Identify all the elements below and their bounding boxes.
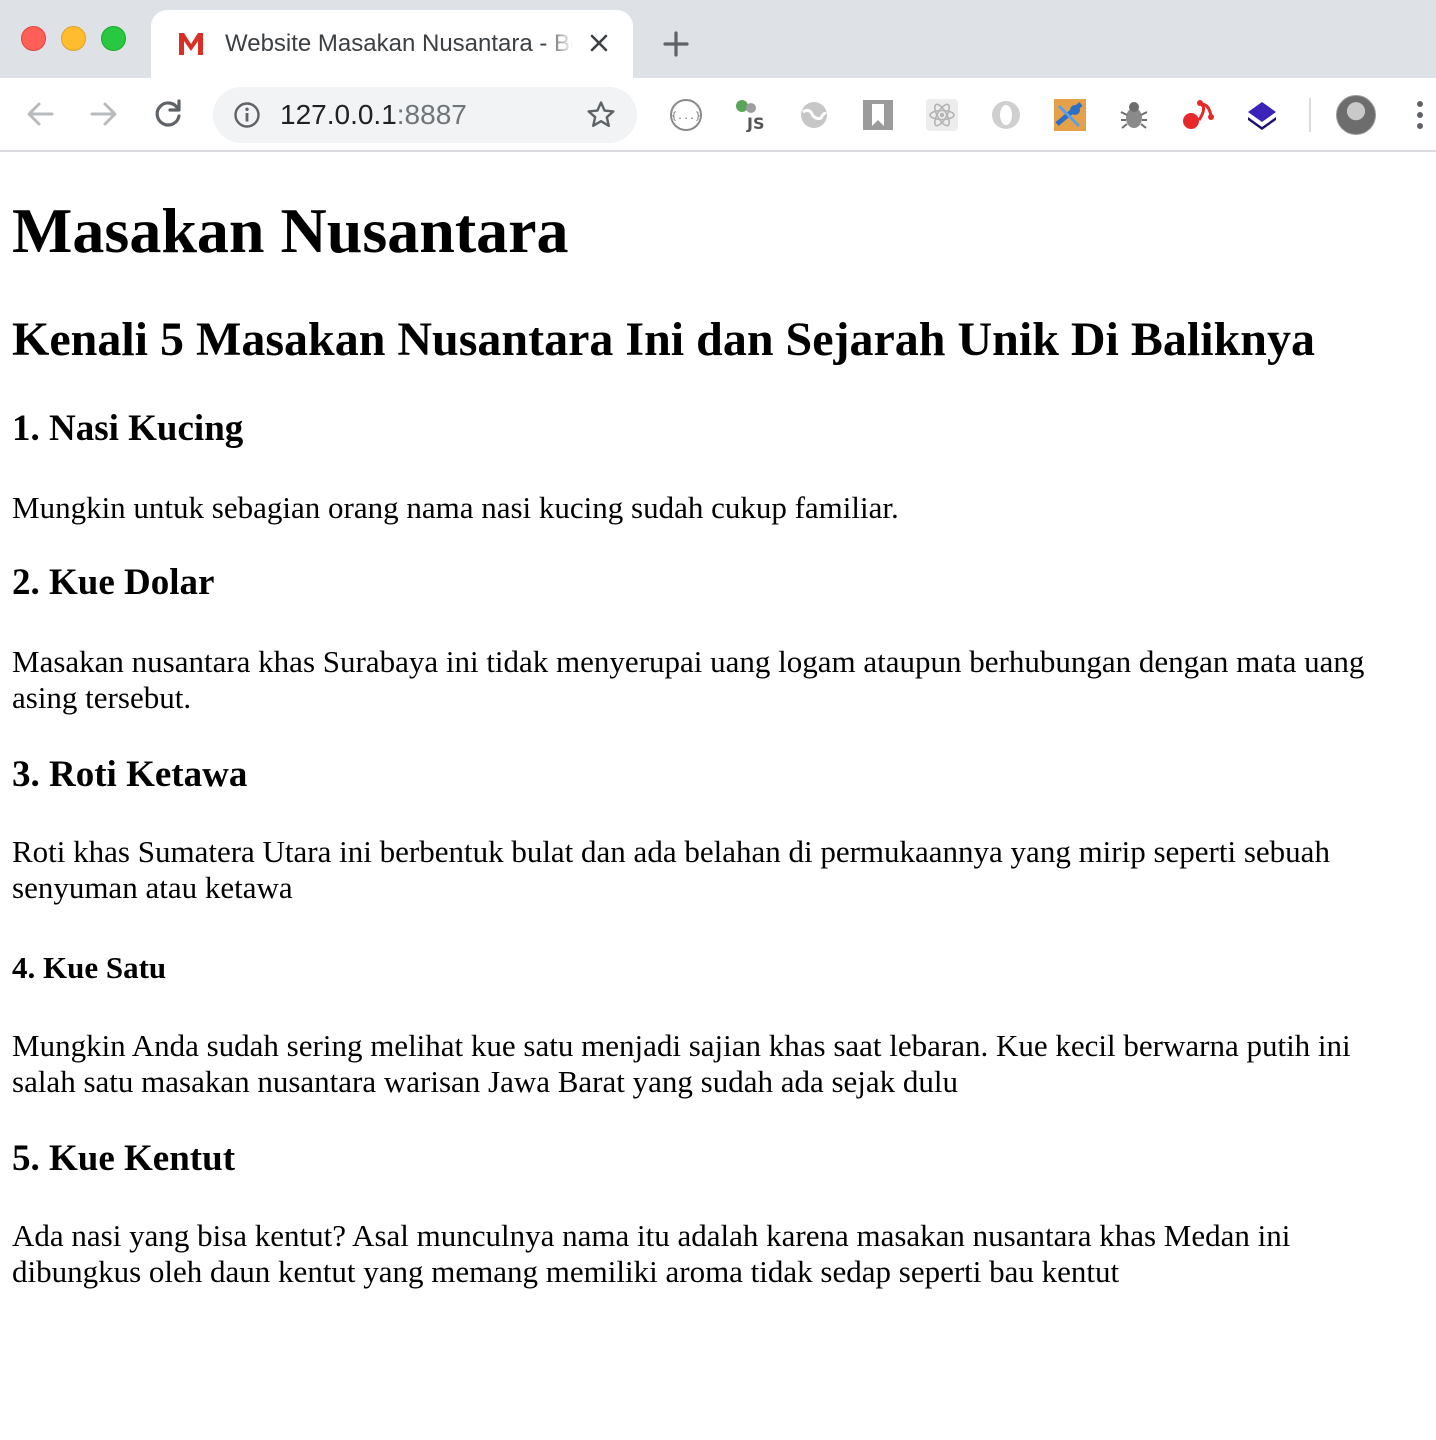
redux-icon[interactable]: [1181, 98, 1215, 132]
section-text-kue-dolar: Masakan nusantara khas Surabaya ini tida…: [12, 644, 1365, 715]
minimize-window-button[interactable]: [61, 26, 86, 51]
xpath-icon[interactable]: [1053, 98, 1087, 132]
url-host: 127.0.0.1: [280, 99, 397, 130]
svg-text:{...}: {...}: [671, 111, 701, 122]
maximize-window-button[interactable]: [101, 26, 126, 51]
section-title-kue-kentut: 5. Kue Kentut: [12, 1138, 236, 1179]
back-arrow-icon[interactable]: [22, 96, 58, 132]
url-port: :8887: [396, 99, 467, 130]
forward-arrow-icon[interactable]: [86, 96, 122, 132]
page-subtitle: Kenali 5 Masakan Nusantara Ini dan Sejar…: [12, 313, 1315, 366]
js-icon[interactable]: JS: [733, 98, 767, 132]
bookmark-icon[interactable]: [861, 98, 895, 132]
opera-icon[interactable]: [989, 98, 1023, 132]
section-text-roti-ketawa: Roti khas Sumatera Utara ini berbentuk b…: [12, 834, 1330, 905]
section-title-kue-satu: 4. Kue Satu: [12, 950, 167, 985]
site-info-icon[interactable]: [233, 101, 261, 129]
page-title: Masakan Nusantara: [12, 195, 569, 266]
section-title-kue-dolar: 2. Kue Dolar: [12, 562, 215, 603]
kebab-menu-icon[interactable]: [1406, 96, 1434, 134]
browser-tab-active[interactable]: Website Masakan Nusantara - Beranda: [151, 10, 633, 80]
tab-title: Website Masakan Nusantara - Beranda: [225, 30, 573, 57]
browser-toolbar: 127.0.0.1:8887 {...} JS: [0, 78, 1436, 152]
globe-icon[interactable]: [797, 98, 831, 132]
bookmark-star-icon[interactable]: [585, 99, 617, 131]
gmail-m-icon: [179, 33, 203, 55]
page-content: Masakan Nusantara Kenali 5 Masakan Nusan…: [0, 152, 1436, 1440]
section-text-nasi-kucing: Mungkin untuk sebagian orang nama nasi k…: [12, 490, 899, 525]
section-title-nasi-kucing: 1. Nasi Kucing: [12, 408, 244, 449]
section-text-kue-satu: Mungkin Anda sudah sering melihat kue sa…: [12, 1028, 1351, 1099]
section-title-roti-ketawa: 3. Roti Ketawa: [12, 754, 248, 795]
react-devtools-icon[interactable]: [925, 98, 959, 132]
address-bar[interactable]: 127.0.0.1:8887: [213, 87, 637, 143]
section-text-kue-kentut: Ada nasi yang bisa kentut? Asal munculny…: [12, 1218, 1291, 1289]
toolbar-divider: [1309, 98, 1311, 132]
profile-avatar[interactable]: [1336, 95, 1376, 135]
layers-icon[interactable]: [1245, 98, 1279, 132]
close-window-button[interactable]: [21, 26, 46, 51]
new-tab-icon[interactable]: [660, 28, 692, 60]
reload-icon[interactable]: [150, 96, 186, 132]
svg-text:JS: JS: [746, 114, 764, 132]
url-text[interactable]: 127.0.0.1:8887: [280, 99, 467, 131]
json-viewer-icon[interactable]: {...}: [669, 98, 703, 132]
close-tab-icon[interactable]: [587, 31, 611, 55]
bug-icon[interactable]: [1117, 98, 1151, 132]
tab-strip: Website Masakan Nusantara - Beranda: [0, 0, 1436, 80]
